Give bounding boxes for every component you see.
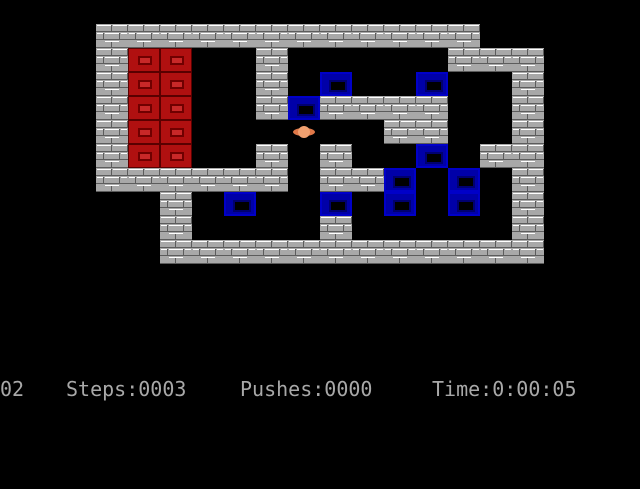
wall-tile xyxy=(160,240,192,264)
wall-tile xyxy=(192,24,224,48)
wall-tile xyxy=(192,240,224,264)
box-crate[interactable] xyxy=(224,192,256,216)
box-crate[interactable] xyxy=(288,96,320,120)
goal-tile[interactable] xyxy=(128,48,160,72)
level-number: 02 xyxy=(0,377,25,401)
goal-tile[interactable] xyxy=(128,72,160,96)
goal-tile[interactable] xyxy=(160,96,192,120)
wall-tile xyxy=(320,144,352,168)
box-crate[interactable] xyxy=(416,72,448,96)
goal-tile[interactable] xyxy=(160,48,192,72)
wall-tile xyxy=(128,24,160,48)
game-board[interactable] xyxy=(0,0,640,360)
wall-tile xyxy=(512,192,544,216)
box-crate[interactable] xyxy=(384,192,416,216)
wall-tile xyxy=(256,72,288,96)
wall-tile xyxy=(416,240,448,264)
wall-tile xyxy=(160,192,192,216)
wall-tile xyxy=(320,24,352,48)
wall-tile xyxy=(320,96,352,120)
wall-tile xyxy=(512,72,544,96)
wall-tile xyxy=(256,240,288,264)
wall-tile xyxy=(480,48,512,72)
goal-tile[interactable] xyxy=(160,120,192,144)
steps-counter: Steps:0003 xyxy=(66,377,187,401)
wall-tile xyxy=(352,168,384,192)
wall-tile xyxy=(224,168,256,192)
wall-tile xyxy=(96,144,128,168)
wall-tile xyxy=(128,168,160,192)
box-crate[interactable] xyxy=(448,192,480,216)
wall-tile xyxy=(224,24,256,48)
wall-tile xyxy=(384,96,416,120)
wall-tile xyxy=(256,168,288,192)
wall-tile xyxy=(448,48,480,72)
wall-tile xyxy=(96,24,128,48)
wall-tile xyxy=(512,120,544,144)
wall-tile xyxy=(288,24,320,48)
goal-tile[interactable] xyxy=(160,72,192,96)
goal-tile[interactable] xyxy=(128,144,160,168)
wall-tile xyxy=(512,96,544,120)
wall-tile xyxy=(480,144,512,168)
wall-tile xyxy=(288,240,320,264)
wall-tile xyxy=(448,24,480,48)
wall-tile xyxy=(512,168,544,192)
wall-tile xyxy=(320,216,352,240)
time-counter: Time:0:00:05 xyxy=(432,377,577,401)
wall-tile xyxy=(96,168,128,192)
wall-tile xyxy=(320,168,352,192)
wall-tile xyxy=(352,24,384,48)
wall-tile xyxy=(384,240,416,264)
wall-tile xyxy=(448,240,480,264)
box-crate[interactable] xyxy=(384,168,416,192)
wall-tile xyxy=(256,96,288,120)
box-crate[interactable] xyxy=(320,72,352,96)
wall-tile xyxy=(256,144,288,168)
wall-tile xyxy=(512,240,544,264)
goal-tile[interactable] xyxy=(128,96,160,120)
wall-tile xyxy=(96,48,128,72)
wall-tile xyxy=(352,96,384,120)
wall-tile xyxy=(416,120,448,144)
wall-tile xyxy=(192,168,224,192)
wall-tile xyxy=(256,48,288,72)
wall-tile xyxy=(512,48,544,72)
wall-tile xyxy=(96,120,128,144)
wall-tile xyxy=(384,120,416,144)
goal-tile[interactable] xyxy=(160,144,192,168)
wall-tile xyxy=(416,96,448,120)
wall-tile xyxy=(384,24,416,48)
goal-tile[interactable] xyxy=(128,120,160,144)
wall-tile xyxy=(160,216,192,240)
wall-tile xyxy=(96,72,128,96)
box-crate[interactable] xyxy=(416,144,448,168)
wall-tile xyxy=(96,96,128,120)
pushes-counter: Pushes:0000 xyxy=(240,377,373,401)
box-crate[interactable] xyxy=(320,192,352,216)
wall-tile xyxy=(224,240,256,264)
wall-tile xyxy=(320,240,352,264)
wall-tile xyxy=(160,24,192,48)
wall-tile xyxy=(256,24,288,48)
wall-tile xyxy=(160,168,192,192)
wall-tile xyxy=(512,144,544,168)
wall-tile xyxy=(480,240,512,264)
wall-tile xyxy=(512,216,544,240)
wall-tile xyxy=(352,240,384,264)
player-icon[interactable] xyxy=(288,120,320,144)
status-bar: 02 Steps:0003 Pushes:0000 Time:0:00:05 xyxy=(0,378,640,400)
box-crate[interactable] xyxy=(448,168,480,192)
wall-tile xyxy=(416,24,448,48)
